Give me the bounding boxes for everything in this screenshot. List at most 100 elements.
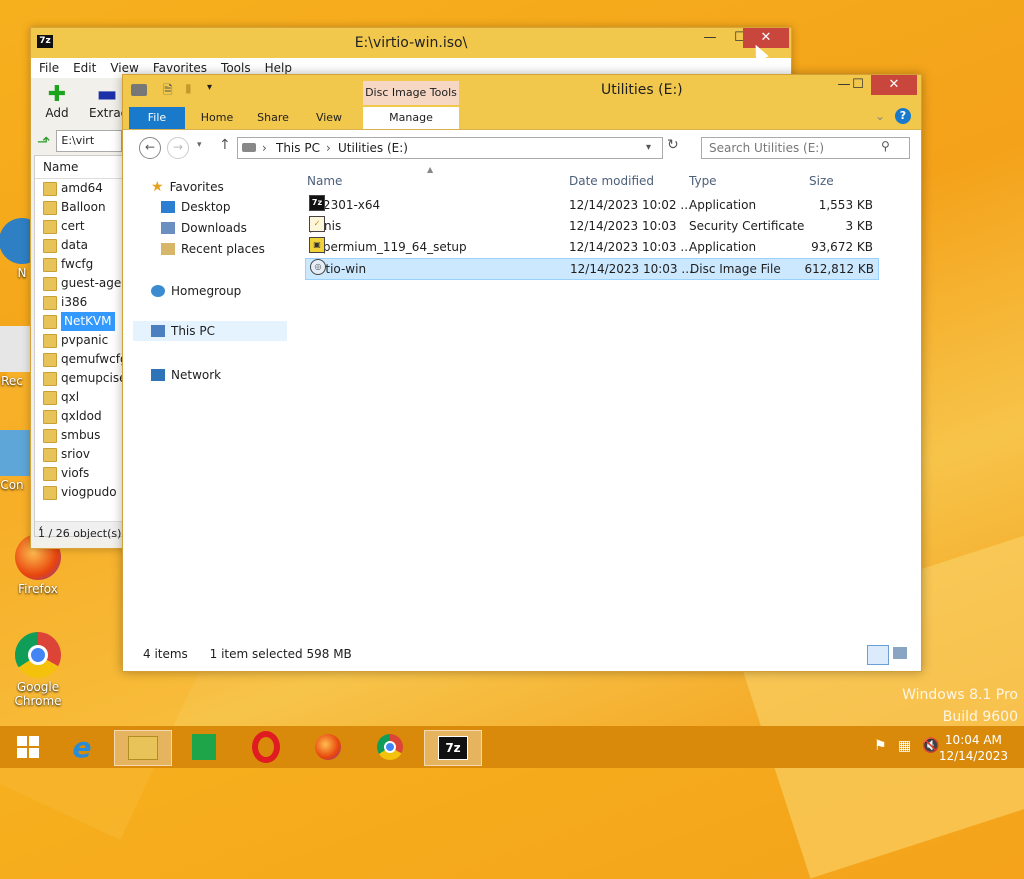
sevenzip-title: E:\virtio-win.iso\ bbox=[354, 35, 468, 51]
file-list[interactable]: ▲ Name Date modified Type Size 7z 7z2301-… bbox=[303, 165, 903, 651]
folder-icon bbox=[43, 200, 57, 215]
network-tray-icon[interactable]: ▦ bbox=[898, 738, 911, 754]
table-row[interactable]: 7z 7z2301-x64 12/14/2023 10:02 ... Applicat… bbox=[305, 195, 877, 215]
close-button[interactable]: ✕ bbox=[871, 75, 917, 95]
file-type: Security Certificate bbox=[689, 219, 805, 233]
folder-icon bbox=[43, 485, 57, 500]
add-button[interactable]: ✚ Add bbox=[39, 84, 75, 121]
help-icon[interactable]: ? bbox=[895, 108, 911, 124]
firefox-icon bbox=[315, 734, 341, 760]
menu-edit[interactable]: Edit bbox=[73, 61, 96, 75]
folder-label: pvpanic bbox=[61, 333, 109, 347]
navigation-bar: ← → ▾ ↑ › This PC › Utilities (E:) ▾ ↻ S… bbox=[123, 133, 921, 163]
desktop-icon-chrome[interactable]: Google Chrome bbox=[6, 632, 70, 708]
quick-access-dropdown-icon[interactable]: ▾ bbox=[207, 82, 212, 93]
taskbar-internet-explorer[interactable]: e bbox=[54, 730, 110, 764]
menu-tools[interactable]: Tools bbox=[221, 61, 251, 75]
nav-recent-places[interactable]: Recent places bbox=[161, 242, 265, 256]
search-input[interactable]: Search Utilities (E:) bbox=[701, 137, 910, 159]
nav-downloads[interactable]: Downloads bbox=[161, 221, 247, 235]
tab-share[interactable]: Share bbox=[249, 107, 297, 129]
nav-desktop[interactable]: Desktop bbox=[161, 200, 231, 214]
drive-icon bbox=[242, 143, 256, 152]
properties-icon[interactable]: 🗎 bbox=[163, 81, 173, 102]
windows-watermark: Windows 8.1 Pro Build 9600 bbox=[902, 687, 1018, 725]
tab-view[interactable]: View bbox=[305, 107, 353, 129]
back-icon[interactable]: ← bbox=[139, 137, 161, 159]
recent-locations-icon[interactable]: ▾ bbox=[197, 140, 202, 150]
nav-homegroup[interactable]: Homegroup bbox=[151, 284, 241, 298]
explorer-window[interactable]: 🗎 ▮ ▾ Disc Image Tools Utilities (E:) — … bbox=[122, 74, 922, 672]
taskbar-7zip[interactable]: 7z bbox=[424, 730, 482, 766]
table-row[interactable]: ▣ supermium_119_64_setup 12/14/2023 10:03 … bbox=[305, 237, 877, 257]
large-icons-view-icon[interactable] bbox=[893, 647, 907, 659]
action-center-flag-icon[interactable]: ⚑ bbox=[874, 738, 887, 754]
menu-view[interactable]: View bbox=[110, 61, 138, 75]
taskbar-chrome[interactable] bbox=[362, 730, 418, 764]
extract-button[interactable]: ▬ Extract bbox=[89, 84, 132, 121]
file-size: 3 KB bbox=[845, 219, 873, 233]
folder-icon bbox=[43, 181, 57, 196]
search-icon: ⚲ bbox=[881, 139, 890, 153]
nav-network[interactable]: Network bbox=[151, 368, 221, 382]
file-date: 12/14/2023 10:03 ... bbox=[570, 262, 693, 276]
maximize-button[interactable]: ☐ bbox=[843, 75, 873, 95]
nav-this-pc[interactable]: This PC bbox=[133, 321, 287, 341]
taskbar-firefox[interactable] bbox=[300, 730, 356, 764]
folder-icon bbox=[43, 257, 57, 272]
new-folder-icon[interactable]: ▮ bbox=[185, 81, 192, 95]
file-explorer-icon bbox=[128, 736, 158, 760]
folder-icon bbox=[43, 219, 57, 234]
breadcrumb-this-pc[interactable]: This PC bbox=[276, 138, 320, 158]
menu-file[interactable]: File bbox=[39, 61, 59, 75]
nav-favorites[interactable]: ★ Favorites bbox=[151, 179, 224, 195]
file-name-cell: 7z 7z2301-x64 bbox=[309, 195, 380, 215]
folder-icon bbox=[43, 295, 57, 310]
folder-icon bbox=[43, 447, 57, 462]
homegroup-icon bbox=[151, 285, 165, 297]
menu-favorites[interactable]: Favorites bbox=[153, 61, 207, 75]
address-dropdown-icon[interactable]: ▾ bbox=[646, 138, 651, 158]
folder-label: qxldod bbox=[61, 409, 102, 423]
folder-icon bbox=[43, 466, 57, 481]
breadcrumb-separator: › bbox=[326, 141, 331, 155]
sevenzip-titlebar[interactable]: 7z E:\virtio-win.iso\ — ☐ ✕ bbox=[31, 28, 791, 58]
table-row[interactable]: ✓ penis 12/14/2023 10:03 Security Certifica… bbox=[305, 216, 877, 236]
file-name-cell: ◎ virtio-win bbox=[310, 259, 366, 279]
taskbar-opera[interactable] bbox=[238, 730, 294, 764]
tab-manage[interactable]: Manage bbox=[363, 107, 459, 129]
minimize-button[interactable]: — bbox=[695, 28, 725, 48]
tab-file[interactable]: File bbox=[129, 107, 185, 129]
breadcrumb-utilities[interactable]: Utilities (E:) bbox=[338, 138, 408, 158]
close-button[interactable]: ✕ bbox=[743, 28, 789, 48]
refresh-icon[interactable]: ↻ bbox=[667, 137, 679, 153]
tab-home[interactable]: Home bbox=[193, 107, 241, 129]
table-row[interactable]: ◎ virtio-win 12/14/2023 10:03 ... Disc Imag… bbox=[305, 258, 879, 280]
taskbar-file-explorer[interactable] bbox=[114, 730, 172, 766]
column-header-name[interactable]: Name bbox=[307, 171, 342, 191]
up-arrow-icon[interactable]: ↑ bbox=[219, 137, 231, 153]
menu-help[interactable]: Help bbox=[265, 61, 292, 75]
details-view-icon[interactable] bbox=[867, 645, 889, 665]
sevenzip-address-field[interactable]: E:\virt bbox=[56, 130, 123, 152]
up-folder-icon[interactable]: ⬏ bbox=[37, 132, 50, 151]
address-bar[interactable]: › This PC › Utilities (E:) ▾ bbox=[237, 137, 663, 159]
taskbar-store[interactable] bbox=[176, 730, 232, 764]
volume-muted-icon[interactable]: 🔇 bbox=[922, 738, 939, 754]
selection-info: 1 item selected 598 MB bbox=[209, 647, 352, 661]
recent-places-icon bbox=[161, 243, 175, 255]
column-header-size[interactable]: Size bbox=[809, 171, 834, 191]
folder-icon bbox=[43, 276, 57, 291]
start-button[interactable] bbox=[0, 730, 56, 764]
folder-label: viofs bbox=[61, 466, 90, 480]
forward-icon[interactable]: → bbox=[167, 137, 189, 159]
column-header-type[interactable]: Type bbox=[689, 171, 717, 191]
network-icon bbox=[151, 369, 165, 381]
clock[interactable]: 10:04 AM 12/14/2023 bbox=[939, 732, 1008, 764]
column-header-date[interactable]: Date modified bbox=[569, 171, 654, 191]
downloads-icon bbox=[161, 222, 175, 234]
expand-ribbon-icon[interactable]: ⌄ bbox=[875, 109, 885, 123]
folder-label: cert bbox=[61, 219, 85, 233]
explorer-titlebar[interactable]: 🗎 ▮ ▾ Disc Image Tools Utilities (E:) — … bbox=[123, 75, 921, 107]
explorer-title: Utilities (E:) bbox=[601, 82, 683, 98]
